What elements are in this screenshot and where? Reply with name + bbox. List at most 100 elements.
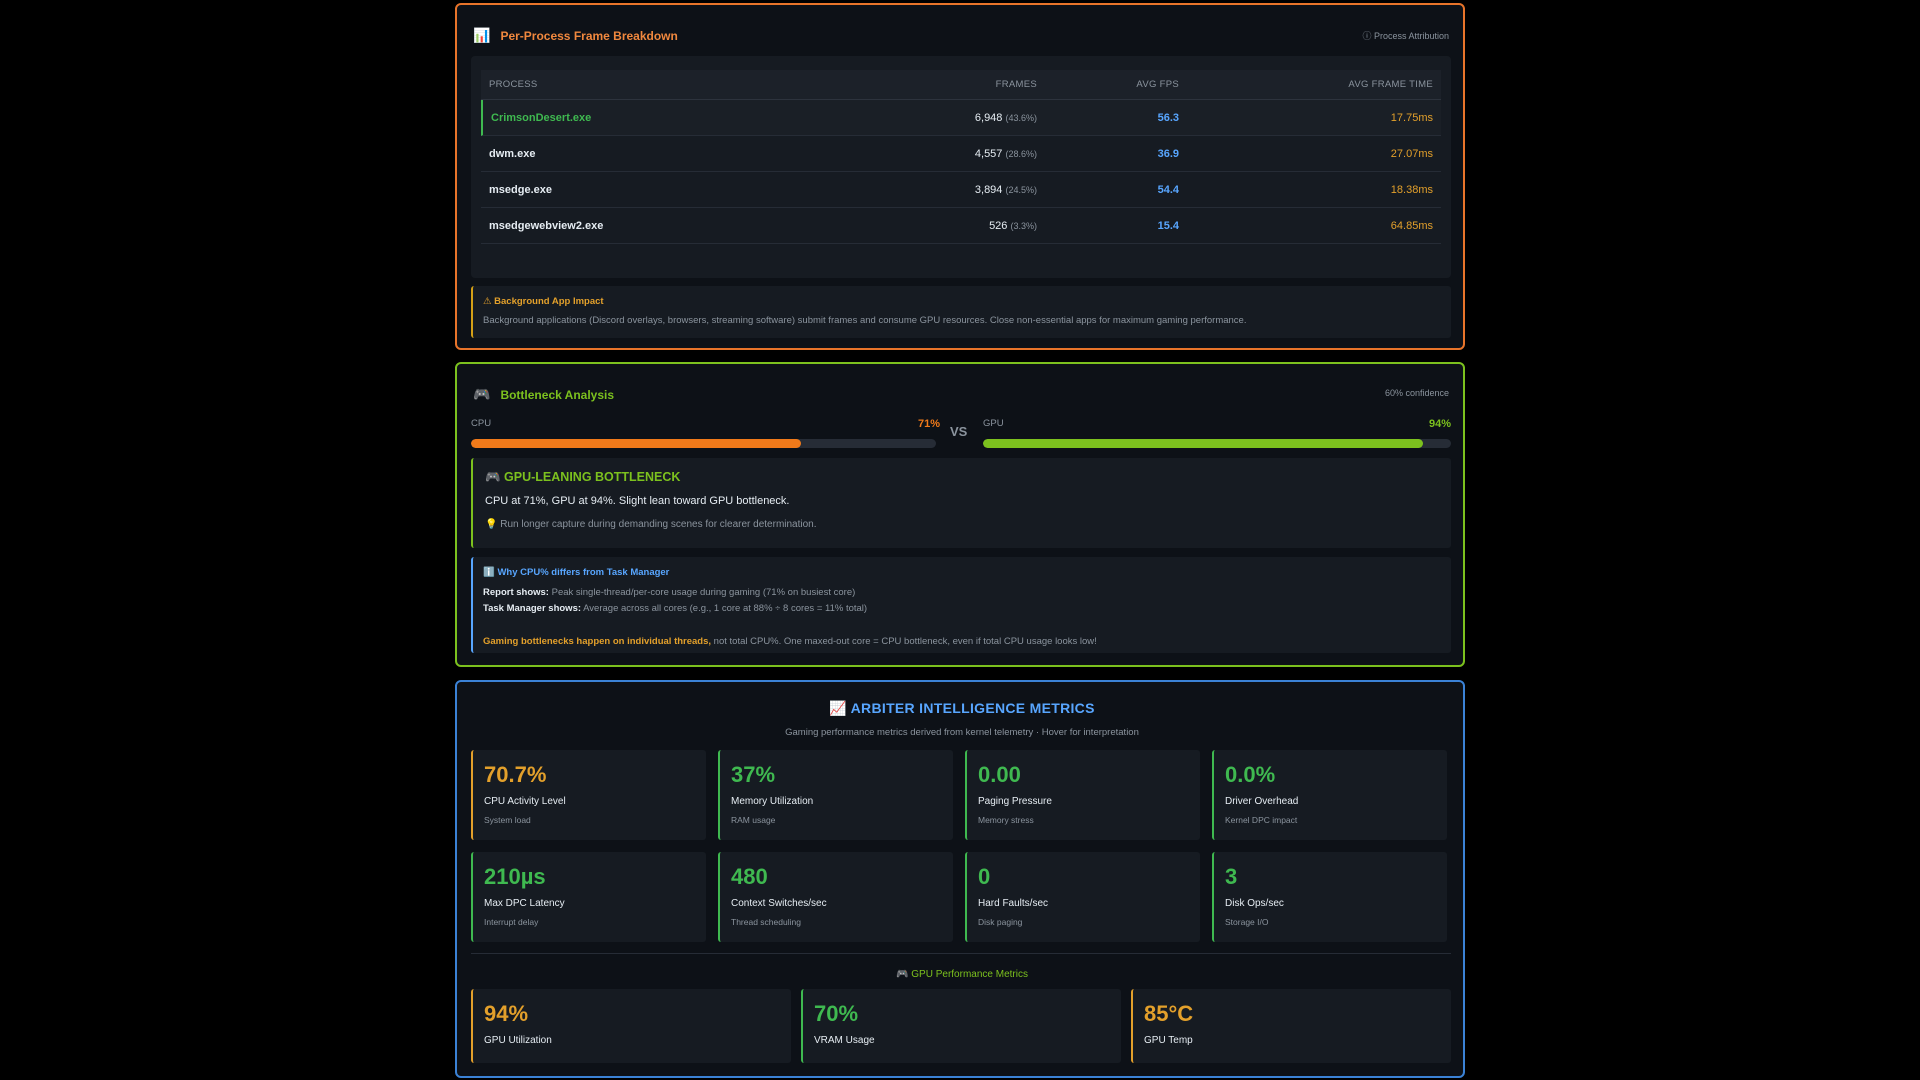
frames-cell: 4,557 (28.6%)	[974, 147, 1037, 160]
frame-time-cell: 64.85ms	[1390, 219, 1433, 232]
frames-cell: 6,948 (43.6%)	[974, 111, 1037, 124]
metric-value: 0.00	[978, 762, 1021, 787]
gpu-bar	[983, 439, 1451, 448]
metric-sub: Storage I/O	[1225, 917, 1269, 927]
metric-name: VRAM Usage	[814, 1035, 875, 1046]
table-row[interactable]: dwm.exe 4,557 (28.6%) 36.9 27.07ms	[481, 136, 1441, 172]
metric-sub: Disk paging	[978, 917, 1023, 927]
metric-value: 0.0%	[1225, 762, 1276, 787]
metric-value: 0	[978, 864, 991, 889]
metric-name: Paging Pressure	[978, 796, 1052, 807]
cpu-label: CPU	[471, 418, 492, 429]
task-manager-line: Task Manager shows: Average across all c…	[483, 603, 868, 614]
process-name: CrimsonDesert.exe	[491, 111, 592, 124]
metric-value: 3	[1225, 864, 1238, 889]
gpu-label: GPU	[983, 418, 1004, 429]
cpu-info-box: ℹ️ Why CPU% differs from Task Manager Re…	[471, 557, 1451, 653]
metric-value: 70.7%	[484, 762, 547, 787]
col-frames[interactable]: FRAMES	[996, 79, 1037, 90]
metric-name: Context Switches/sec	[731, 898, 827, 909]
vs-label: VS	[950, 424, 968, 439]
metric-card-context-switches[interactable]: 480 Context Switches/sec Thread scheduli…	[718, 852, 953, 942]
metric-value: 37%	[731, 762, 776, 787]
fps-cell: 56.3	[1157, 111, 1179, 124]
divider	[471, 953, 1451, 954]
col-process[interactable]: PROCESS	[489, 79, 538, 90]
bottleneck-header: 🎮 Bottleneck Analysis	[473, 386, 614, 403]
per-process-header: 📊 Per-Process Frame Breakdown	[473, 27, 678, 44]
info-title: ℹ️ Why CPU% differs from Task Manager	[483, 567, 670, 578]
bottleneck-note: Gaming bottlenecks happen on individual …	[483, 636, 1097, 647]
cpu-percent: 71%	[917, 418, 940, 430]
metric-name: GPU Temp	[1144, 1035, 1193, 1046]
verdict-text: CPU at 71%, GPU at 94%. Slight lean towa…	[485, 495, 790, 507]
gpu-bar-fill	[983, 439, 1423, 448]
metric-sub: Kernel DPC impact	[1225, 815, 1298, 825]
metric-value: 70%	[814, 1001, 859, 1026]
table-row[interactable]: msedge.exe 3,894 (24.5%) 54.4 18.38ms	[481, 172, 1441, 208]
metric-value: 210µs	[484, 864, 546, 889]
warning-text: Background applications (Discord overlay…	[483, 315, 1247, 326]
verdict-tip: 💡 Run longer capture during demanding sc…	[485, 519, 817, 530]
col-avg-fps[interactable]: AVG FPS	[1136, 79, 1179, 90]
metric-sub: RAM usage	[731, 815, 776, 825]
metric-value: 85°C	[1144, 1001, 1194, 1026]
process-attribution-info[interactable]: ⓘ Process Attribution	[1362, 29, 1449, 42]
metric-card-driver-overhead[interactable]: 0.0% Driver Overhead Kernel DPC impact	[1212, 750, 1447, 840]
metric-name: Hard Faults/sec	[978, 898, 1049, 909]
fps-cell: 15.4	[1157, 219, 1179, 232]
metric-card-paging[interactable]: 0.00 Paging Pressure Memory stress	[965, 750, 1200, 840]
metric-value: 94%	[484, 1001, 529, 1026]
frame-time-cell: 17.75ms	[1390, 111, 1433, 124]
confidence-label: 60% confidence	[1384, 388, 1449, 398]
table-row[interactable]: CrimsonDesert.exe 6,948 (43.6%) 56.3 17.…	[481, 100, 1441, 136]
gamepad-icon: 🎮	[473, 386, 491, 402]
metric-card-disk-ops[interactable]: 3 Disk Ops/sec Storage I/O	[1212, 852, 1447, 942]
gpu-percent: 94%	[1428, 418, 1451, 430]
fps-cell: 36.9	[1157, 147, 1179, 160]
table-row[interactable]: msedgewebview2.exe 526 (3.3%) 15.4 64.85…	[481, 208, 1441, 244]
process-name: msedgewebview2.exe	[489, 219, 604, 232]
metric-name: Disk Ops/sec	[1225, 898, 1284, 909]
gpu-card-vram[interactable]: 70% VRAM Usage	[801, 989, 1121, 1063]
metric-value: 480	[731, 864, 768, 889]
metric-sub: Thread scheduling	[731, 917, 801, 927]
gpu-card-temp[interactable]: 85°C GPU Temp	[1131, 989, 1451, 1063]
metric-name: GPU Utilization	[484, 1035, 552, 1046]
frames-cell: 526 (3.3%)	[989, 219, 1037, 232]
metric-card-memory[interactable]: 37% Memory Utilization RAM usage	[718, 750, 953, 840]
metric-sub: Interrupt delay	[484, 917, 539, 927]
col-avg-frame-time[interactable]: AVG FRAME TIME	[1348, 79, 1433, 90]
fps-cell: 54.4	[1157, 183, 1179, 196]
process-table: PROCESS FRAMES AVG FPS AVG FRAME TIME Cr…	[481, 70, 1441, 244]
table-header: PROCESS FRAMES AVG FPS AVG FRAME TIME	[481, 70, 1441, 100]
frame-time-cell: 27.07ms	[1390, 147, 1433, 160]
metric-name: Max DPC Latency	[484, 898, 565, 909]
report-shows-line: Report shows: Peak single-thread/per-cor…	[483, 587, 856, 598]
cpu-bar-fill	[471, 439, 802, 448]
per-process-panel: 📊 Per-Process Frame Breakdown ⓘ Process …	[455, 3, 1465, 350]
process-name: msedge.exe	[489, 183, 552, 196]
metric-name: Driver Overhead	[1225, 796, 1299, 807]
metric-card-hard-faults[interactable]: 0 Hard Faults/sec Disk paging	[965, 852, 1200, 942]
metric-sub: Memory stress	[978, 815, 1034, 825]
frames-cell: 3,894 (24.5%)	[974, 183, 1037, 196]
bottleneck-panel: 🎮 Bottleneck Analysis 60% confidence CPU…	[455, 362, 1465, 667]
process-name: dwm.exe	[489, 147, 536, 160]
per-process-title: Per-Process Frame Breakdown	[500, 28, 678, 43]
metrics-title: 📈 ARBITER INTELLIGENCE METRICS	[829, 700, 1095, 716]
metric-name: Memory Utilization	[731, 796, 814, 807]
bottleneck-title: Bottleneck Analysis	[500, 387, 615, 402]
metric-card-dpc-latency[interactable]: 210µs Max DPC Latency Interrupt delay	[471, 852, 706, 942]
metrics-subtitle: Gaming performance metrics derived from …	[785, 727, 1139, 738]
metrics-panel: 📈 ARBITER INTELLIGENCE METRICS Gaming pe…	[455, 680, 1465, 1078]
warning-title: ⚠ Background App Impact	[483, 296, 604, 307]
verdict-title: 🎮 GPU-LEANING BOTTLENECK	[485, 470, 681, 484]
metric-name: CPU Activity Level	[484, 796, 566, 807]
metric-sub: System load	[484, 815, 531, 825]
frame-time-cell: 18.38ms	[1390, 183, 1433, 196]
metric-card-cpu-activity[interactable]: 70.7% CPU Activity Level System load	[471, 750, 706, 840]
verdict-box: 🎮 GPU-LEANING BOTTLENECK CPU at 71%, GPU…	[471, 458, 1451, 548]
bar-chart-icon: 📊	[473, 27, 491, 43]
gpu-card-utilization[interactable]: 94% GPU Utilization	[471, 989, 791, 1063]
